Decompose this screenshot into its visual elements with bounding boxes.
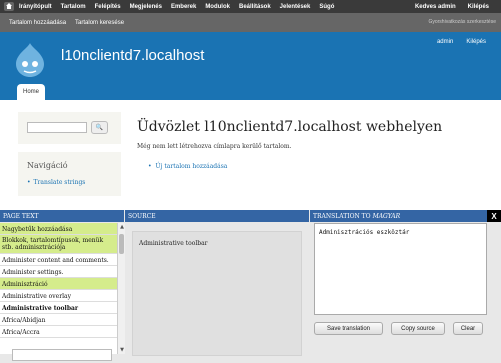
edit-shortcuts-link[interactable]: Gyorshivatkozás szerkesztése: [428, 19, 496, 25]
page-title: Üdvözlet l10nclientd7.localhost webhelye…: [137, 119, 443, 135]
shortcuts-bar: Tartalom hozzáadása Tartalom keresése Gy…: [0, 13, 501, 32]
home-icon[interactable]: [4, 2, 14, 11]
shortcut-add-content[interactable]: Tartalom hozzáadása: [9, 20, 66, 26]
search-input[interactable]: [27, 122, 87, 133]
admin-toolbar: Irányítópult Tartalom Felépítés Megjelen…: [0, 0, 501, 13]
string-list: Nagybetűk hozzáadása Blokkok, tartalomtíp…: [0, 223, 117, 354]
no-content-message: Még nem lett létrehozva címlapra kerülő …: [137, 143, 292, 150]
search-block: 🔍: [18, 112, 121, 144]
toolbar-item-help[interactable]: Súgó: [319, 4, 334, 10]
source-text: Administrative toolbar: [139, 240, 208, 247]
target-language: MAGYAR: [372, 212, 401, 220]
string-list-scrollbar[interactable]: ▲ ▼: [117, 223, 125, 354]
save-translation-button[interactable]: Save translation: [314, 322, 383, 335]
copy-source-button[interactable]: Copy source: [391, 322, 445, 335]
navigation-title: Navigáció: [27, 161, 68, 170]
toolbar-item-content[interactable]: Tartalom: [61, 4, 86, 10]
search-button[interactable]: 🔍: [91, 121, 108, 134]
header-admin-link[interactable]: admin: [437, 39, 453, 45]
nav-item-translate-strings[interactable]: Translate strings: [27, 179, 86, 186]
l10n-client-panel: PAGE TEXT SOURCE TRANSLATION TO MAGYAR X …: [0, 210, 501, 363]
toolbar-item-people[interactable]: Emberek: [171, 4, 196, 10]
toolbar-menu: Irányítópult Tartalom Felépítés Megjelen…: [19, 0, 334, 13]
shortcut-find-content[interactable]: Tartalom keresése: [75, 20, 124, 26]
source-header: SOURCE: [125, 210, 309, 222]
scroll-up-icon[interactable]: ▲: [119, 224, 125, 230]
toolbar-user: Kedves admin Kilépés: [415, 0, 489, 13]
toolbar-item-configuration[interactable]: Beállítások: [239, 4, 271, 10]
header-logout-link[interactable]: Kilépés: [466, 39, 486, 45]
tab-home[interactable]: Home: [17, 84, 46, 100]
greeting: Kedves admin: [415, 4, 456, 10]
toolbar-item-modules[interactable]: Modulok: [205, 4, 230, 10]
string-list-item[interactable]: Africa/Accra: [0, 326, 117, 338]
close-button[interactable]: X: [487, 210, 501, 222]
greeting-prefix: Kedves: [414, 3, 437, 10]
site-header: l10nclientd7.localhost admin Kilépés Hom…: [0, 32, 501, 100]
toolbar-logout-link[interactable]: Kilépés: [468, 4, 489, 10]
translation-header-label: TRANSLATION TO: [313, 212, 371, 220]
scrollbar-thumb[interactable]: [119, 234, 124, 254]
translation-textarea[interactable]: Adminisztrációs eszköztár: [314, 223, 487, 315]
toolbar-item-structure[interactable]: Felépítés: [95, 4, 121, 10]
string-filter-input[interactable]: [12, 349, 112, 361]
clear-button[interactable]: Clear: [453, 322, 483, 335]
drupal-logo-icon[interactable]: [14, 42, 46, 78]
string-list-item[interactable]: Nagybetűk hozzáadása: [0, 223, 117, 235]
string-list-item[interactable]: Administrative toolbar: [0, 302, 117, 314]
search-icon: 🔍: [95, 124, 104, 131]
page-text-header: PAGE TEXT: [0, 210, 124, 222]
translation-text: Adminisztrációs eszköztár: [319, 229, 410, 236]
scroll-down-icon[interactable]: ▼: [119, 347, 125, 353]
toolbar-item-dashboard[interactable]: Irányítópult: [19, 4, 52, 10]
toolbar-item-reports[interactable]: Jelentések: [280, 4, 311, 10]
string-list-item[interactable]: Africa/Abidjan: [0, 314, 117, 326]
string-list-item[interactable]: Adminisztráció: [0, 278, 117, 290]
source-panel: Administrative toolbar: [132, 231, 302, 356]
translation-header: TRANSLATION TO MAGYAR: [310, 210, 487, 222]
string-list-item[interactable]: Administer settings.: [0, 266, 117, 278]
greeting-user-link[interactable]: admin: [438, 4, 456, 10]
header-user-links: admin Kilépés: [437, 39, 486, 45]
string-list-item[interactable]: Blokkok, tartalomtípusok, menük stb. adm…: [0, 235, 117, 254]
add-content-link[interactable]: Új tartalom hozzáadása: [148, 163, 228, 170]
site-name[interactable]: l10nclientd7.localhost: [61, 47, 204, 64]
string-list-item[interactable]: Administrative overlay: [0, 290, 117, 302]
string-list-item[interactable]: Administer content and comments.: [0, 254, 117, 266]
navigation-block: Navigáció Translate strings: [18, 152, 121, 196]
toolbar-item-appearance[interactable]: Megjelenés: [130, 4, 162, 10]
shortcut-links: Tartalom hozzáadása Tartalom keresése: [9, 13, 124, 32]
